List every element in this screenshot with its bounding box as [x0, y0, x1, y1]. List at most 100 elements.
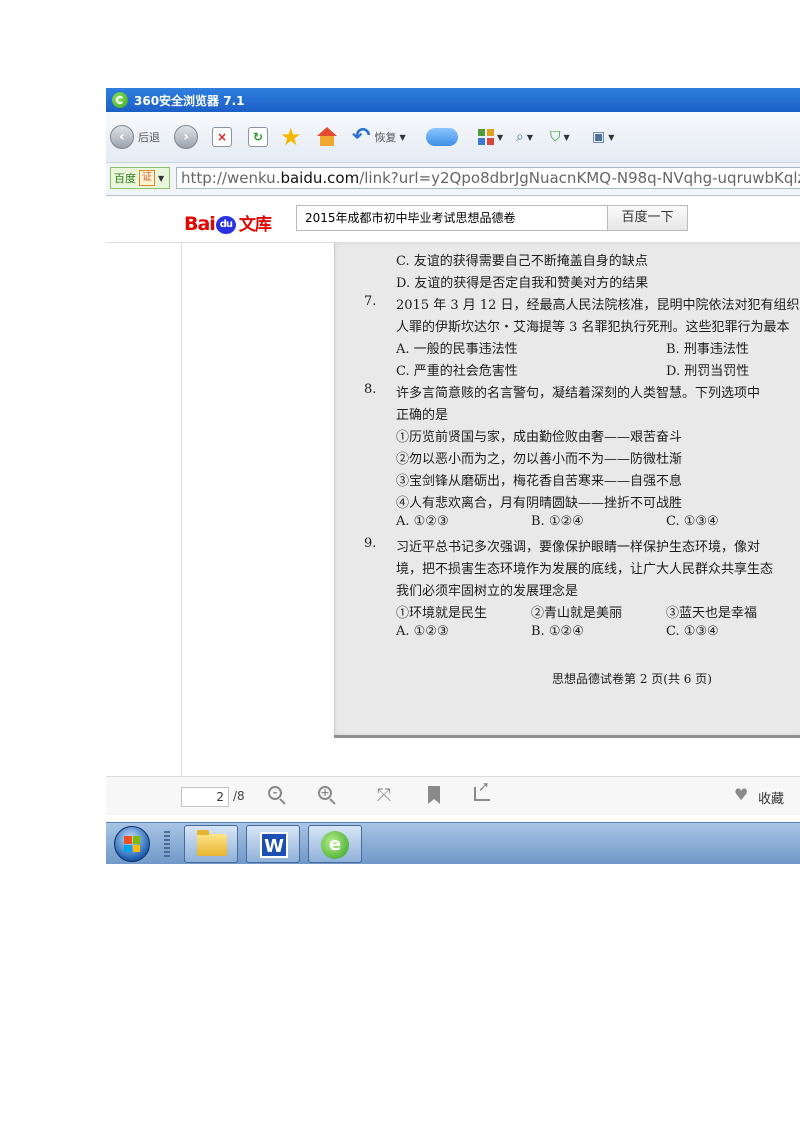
doc-line: 许多言简意赅的名言警句，凝结着深刻的人类智慧。下列选项中	[396, 386, 761, 401]
taskbar-360-browser[interactable]: e	[308, 825, 362, 863]
search-engine-label: 百度	[114, 172, 136, 185]
title-bar: 360安全浏览器 7.1	[106, 88, 800, 112]
home-button[interactable]	[316, 124, 338, 150]
doc-line: ③宝剑锋从磨砺出，梅花香自苦寒来——自强不息	[396, 474, 683, 489]
url-host: baidu.com	[280, 169, 360, 187]
picture-icon: ▣	[592, 129, 606, 145]
refresh-icon: ↻	[248, 127, 268, 147]
back-arrow-icon: ‹	[110, 125, 134, 149]
chevron-down-icon: ▼	[608, 132, 615, 142]
wps-writer-icon: W	[260, 832, 288, 858]
doc-line: C. ①③④	[666, 624, 719, 639]
viewer-toolbar: 2 /8 - + ⤧ ♥ 收藏	[106, 776, 800, 815]
logo-bai: Bai	[184, 213, 216, 235]
url-prefix: http://wenku.	[181, 169, 281, 187]
doc-line: ①环境就是民生	[396, 606, 488, 621]
doc-line: 正确的是	[396, 408, 449, 423]
page-footer: 思想品德试卷第 2 页(共 6 页)	[552, 672, 712, 686]
home-icon	[316, 127, 338, 147]
page-number-input[interactable]: 2	[181, 787, 229, 807]
doc-line: 人罪的伊斯坎达尔・艾海提等 3 名罪犯执行死刑。这些犯罪行为最本	[396, 320, 790, 335]
stop-button[interactable]: ×	[212, 124, 232, 150]
forward-button[interactable]: ›	[174, 124, 198, 150]
undo-close-button[interactable]: ↶ 恢复 ▼	[352, 124, 406, 150]
certificate-icon: 证	[139, 170, 155, 186]
question-number: 7.	[364, 294, 377, 309]
search-input[interactable]: 2015年成都市初中毕业考试思想品德卷	[296, 205, 608, 231]
doc-line: ②勿以恶小而为之，勿以善小而不为——防微杜渐	[396, 452, 683, 467]
chevron-down-icon: ▼	[497, 132, 504, 142]
taskbar-explorer[interactable]	[184, 825, 238, 863]
paw-icon: du	[215, 215, 236, 234]
url-path: /link?url=y2Qpo8dbrJgNuacnKMQ-N98q-NVqhg…	[359, 169, 800, 187]
zoom-in-button[interactable]: +	[318, 786, 336, 805]
chevron-down-icon: ▼	[399, 132, 406, 142]
screenshot-button[interactable]: ▣ ▼	[592, 124, 614, 150]
doc-line: B. ①②④	[531, 514, 584, 529]
stop-icon: ×	[212, 127, 232, 147]
doc-line: A. ①②③	[396, 514, 449, 529]
browser-screenshot: 360安全浏览器 7.1 ‹ 后退 › × ↻ ★ ↶ 恢复 ▼ ▼ ⌕ ▼ ⛉…	[106, 88, 800, 864]
chevron-down-icon: ▼	[526, 132, 533, 142]
browser-360-icon: e	[321, 831, 349, 859]
star-icon: ★	[280, 123, 302, 151]
search-button[interactable]: 百度一下	[608, 205, 688, 231]
shield-icon: ⛉	[550, 129, 561, 145]
forward-arrow-icon: ›	[174, 125, 198, 149]
apps-button[interactable]: ▼	[478, 124, 503, 150]
taskbar-wps[interactable]: W	[246, 825, 300, 863]
undo-label: 恢复	[374, 131, 397, 144]
cloud-button[interactable]	[426, 124, 458, 150]
search-icon: ⌕	[516, 129, 524, 145]
doc-line: ③蓝天也是幸福	[666, 606, 758, 621]
security-button[interactable]: ⛉ ▼	[550, 124, 570, 150]
baidu-header: Bai du 文库 2015年成都市初中毕业考试思想品德卷 百度一下	[106, 196, 800, 243]
doc-line: ①历览前贤国与家，成由勤俭败由奢——艰苦奋斗	[396, 430, 683, 445]
page-bottom-edge	[334, 735, 800, 738]
window-title: 360安全浏览器 7.1	[134, 94, 245, 108]
back-button[interactable]: ‹ 后退	[110, 124, 160, 150]
start-button[interactable]	[114, 826, 150, 862]
refresh-button[interactable]: ↻	[248, 124, 268, 150]
doc-line: ②青山就是美丽	[531, 606, 623, 621]
address-bar: 百度 证 ▼ http://wenku.baidu.com/link?url=y…	[106, 163, 800, 196]
doc-line: C. 严重的社会危害性	[396, 364, 518, 379]
browser-logo-icon	[112, 92, 128, 108]
windows-logo-icon	[124, 836, 140, 852]
fullscreen-icon: ⤧	[376, 785, 392, 806]
chevron-down-icon: ▼	[563, 132, 570, 142]
doc-line: A. 一般的民事违法性	[396, 342, 518, 357]
doc-line: C. ①③④	[666, 514, 719, 529]
baidu-wenku-logo[interactable]: Bai du 文库	[184, 210, 272, 235]
cloud-icon	[426, 128, 458, 146]
question-number: 9.	[364, 536, 377, 551]
viewer-gutter	[181, 243, 182, 776]
doc-line: 习近平总书记多次强调，要像保护眼睛一样保护生态环境，像对	[396, 540, 761, 555]
doc-line: 境，把不损害生态环境作为发展的底线，让广大人民群众共享生态	[396, 562, 774, 577]
document-page: C. 友谊的获得需要自己不断掩盖自身的缺点 D. 友谊的获得是否定自我和赞美对方…	[334, 243, 800, 735]
doc-line: D. 友谊的获得是否定自我和赞美对方的结果	[396, 276, 649, 291]
collect-button[interactable]: 收藏	[758, 788, 784, 807]
apps-grid-icon	[478, 129, 494, 145]
doc-line: B. ①②④	[531, 624, 584, 639]
heart-icon[interactable]: ♥	[734, 785, 748, 804]
doc-line: 2015 年 3 月 12 日，经最高人民法院核准，昆明中院依法对犯有组织、	[396, 298, 800, 313]
page-total: /8	[233, 789, 245, 803]
doc-line: 我们必须牢固树立的发展理念是	[396, 584, 579, 599]
share-icon[interactable]	[474, 779, 490, 801]
search-tool-button[interactable]: ⌕ ▼	[516, 124, 533, 150]
favorites-button[interactable]: ★	[280, 124, 302, 150]
doc-line: A. ①②③	[396, 624, 449, 639]
question-number: 8.	[364, 382, 377, 397]
doc-line: D. 刑罚当罚性	[666, 364, 750, 379]
zoom-out-button[interactable]: -	[268, 786, 286, 805]
search-engine-selector[interactable]: 百度 证 ▼	[110, 167, 170, 189]
folder-icon	[197, 830, 227, 856]
doc-line: C. 友谊的获得需要自己不断掩盖自身的缺点	[396, 254, 648, 269]
fullscreen-button[interactable]: ⤧	[374, 786, 394, 806]
bookmark-icon[interactable]	[428, 786, 440, 804]
url-input[interactable]: http://wenku.baidu.com/link?url=y2Qpo8db…	[176, 167, 800, 189]
document-viewer: C. 友谊的获得需要自己不断掩盖自身的缺点 D. 友谊的获得是否定自我和赞美对方…	[106, 243, 800, 776]
undo-icon: ↶	[352, 124, 371, 149]
taskbar-grip	[164, 831, 170, 857]
